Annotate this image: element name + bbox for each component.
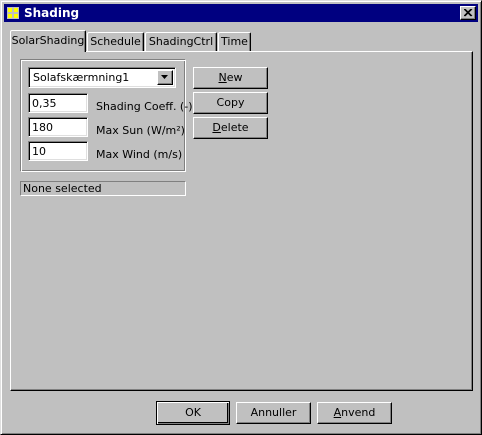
shading-coeff-label: Shading Coeff. (-): [96, 100, 193, 113]
shading-coeff-input[interactable]: [32, 97, 86, 110]
tab-schedule[interactable]: Schedule: [87, 32, 144, 51]
tab-label: Time: [221, 35, 248, 48]
delete-button[interactable]: Delete: [193, 117, 268, 139]
new-button[interactable]: New: [193, 67, 268, 89]
tab-time[interactable]: Time: [218, 32, 251, 51]
close-icon: [464, 9, 473, 17]
max-sun-label: Max Sun (W/m²): [96, 124, 185, 137]
chevron-down-icon: [161, 75, 168, 79]
shading-select-value: Solafskærmning1: [33, 71, 130, 84]
ok-label: OK: [185, 406, 201, 419]
shading-select[interactable]: Solafskærmning1: [28, 67, 176, 88]
window-title: Shading: [24, 6, 80, 20]
tab-shadingctrl[interactable]: ShadingCtrl: [145, 32, 217, 51]
app-icon: [7, 7, 19, 19]
max-wind-input[interactable]: [32, 145, 86, 158]
dropdown-button[interactable]: [157, 70, 173, 85]
tab-label: SolarShading: [11, 34, 85, 47]
copy-button[interactable]: Copy: [193, 92, 268, 114]
tab-label: ShadingCtrl: [148, 35, 214, 48]
cancel-button[interactable]: Annuller: [236, 402, 311, 424]
new-accelerator: N: [218, 71, 227, 84]
close-button[interactable]: [460, 6, 476, 20]
max-sun-field[interactable]: [28, 117, 88, 137]
delete-accelerator: D: [212, 121, 221, 134]
ok-button[interactable]: OK: [156, 401, 230, 425]
max-wind-field[interactable]: [28, 141, 88, 161]
apply-label: nvend: [341, 406, 376, 419]
max-wind-label: Max Wind (m/s): [96, 148, 183, 161]
title-bar[interactable]: Shading: [4, 4, 478, 22]
delete-label: elete: [220, 121, 249, 134]
new-label: ew: [226, 71, 243, 84]
max-sun-input[interactable]: [32, 121, 86, 134]
shading-coeff-field[interactable]: [28, 93, 88, 113]
apply-button[interactable]: Anvend: [317, 402, 392, 424]
selection-status: None selected: [20, 181, 186, 196]
copy-label: Copy: [216, 96, 245, 109]
tab-label: Schedule: [90, 35, 141, 48]
tab-solarshading[interactable]: SolarShading: [10, 30, 86, 52]
cancel-label: Annuller: [250, 406, 297, 419]
